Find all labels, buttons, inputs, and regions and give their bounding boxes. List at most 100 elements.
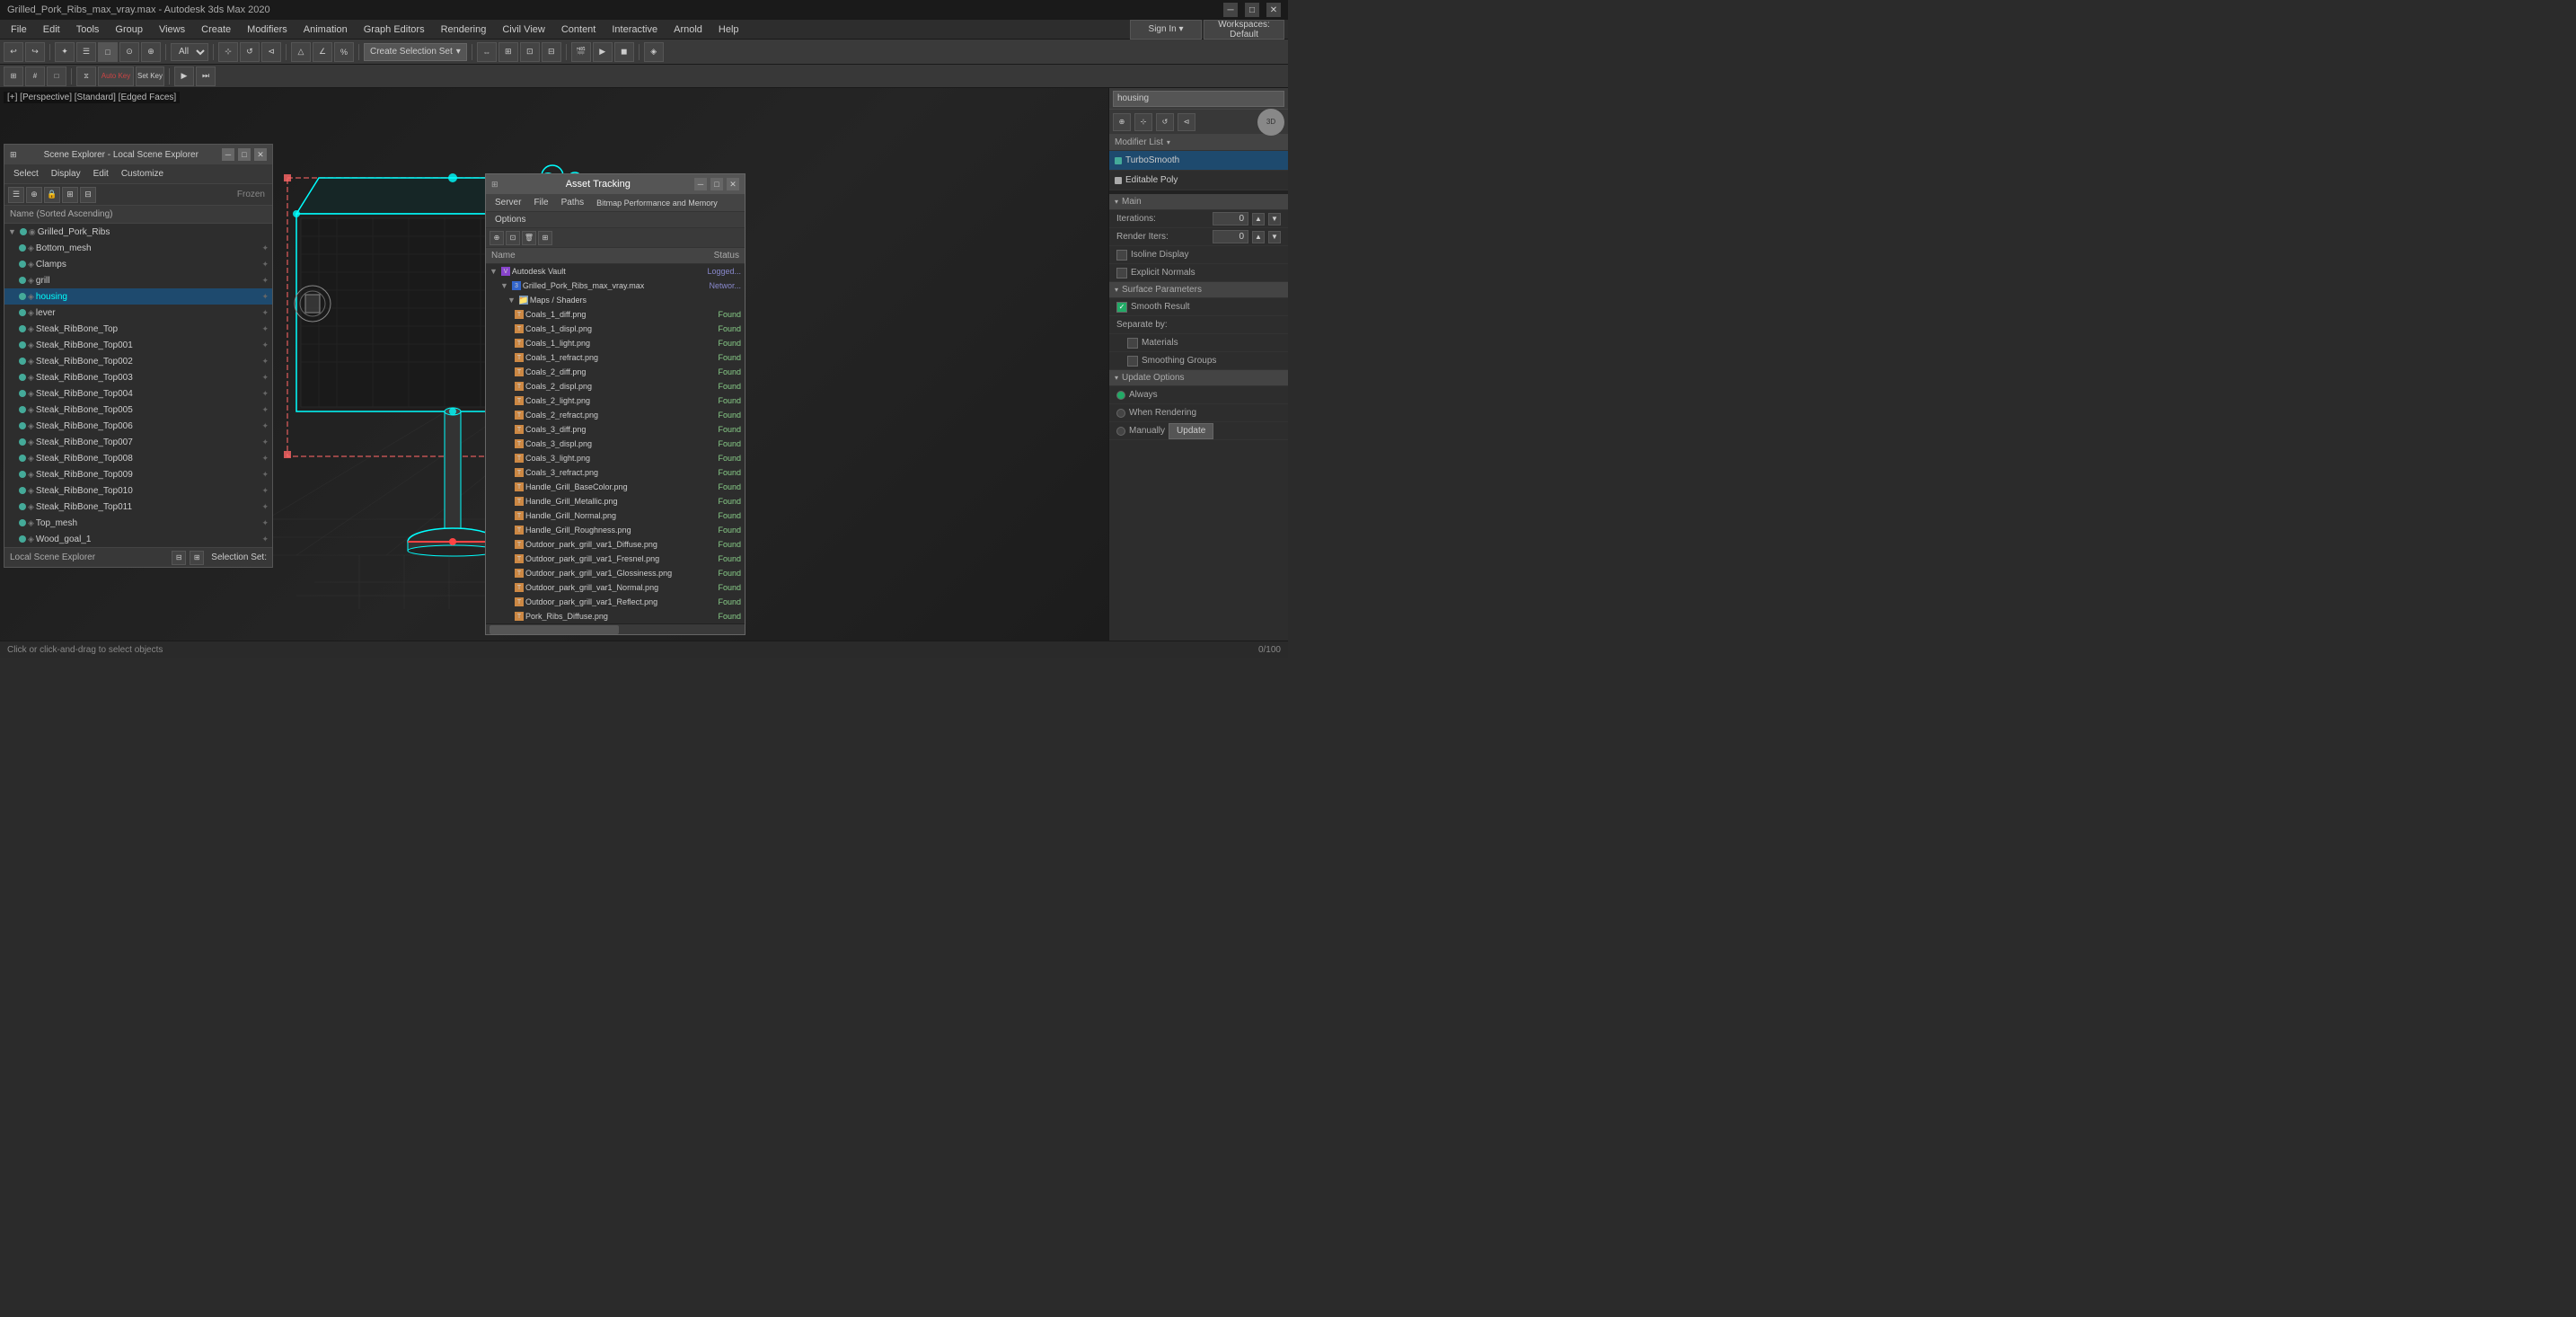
se-search-btn[interactable]: ⊕	[26, 187, 42, 203]
angle-snap-button[interactable]: ∠	[313, 42, 332, 62]
at-tb-btn3[interactable]: 🗑	[522, 231, 536, 245]
align-button[interactable]: ⊞	[498, 42, 518, 62]
ts-surface-section[interactable]: ▾ Surface Parameters	[1109, 282, 1288, 298]
ts-smoothing-checkbox[interactable]	[1127, 356, 1138, 367]
menu-civil-view[interactable]: Civil View	[495, 22, 551, 37]
at-close-btn[interactable]: ✕	[727, 178, 739, 190]
snap-toggle-button[interactable]: △	[291, 42, 311, 62]
ts-isoline-checkbox[interactable]	[1116, 250, 1127, 261]
menu-rendering[interactable]: Rendering	[434, 22, 494, 37]
at-item-coals2-light[interactable]: T Coals_2_light.png Found	[486, 393, 745, 408]
next-frame-button[interactable]: ⏭	[196, 66, 216, 86]
modifier-turbosmooth[interactable]: TurboSmooth	[1109, 151, 1288, 171]
at-item-coals3-diff[interactable]: T Coals_3_diff.png Found	[486, 422, 745, 437]
menu-arnold[interactable]: Arnold	[666, 22, 710, 37]
se-item-clamps[interactable]: ◈ Clamps ✦	[4, 256, 272, 272]
se-layer-btn[interactable]: ⊟	[172, 551, 186, 565]
ts-when-rendering-radio[interactable]	[1116, 409, 1125, 418]
at-menu-server[interactable]: Server	[490, 196, 526, 209]
modifier-editable-poly[interactable]: Editable Poly	[1109, 171, 1288, 190]
ts-manually-radio[interactable]	[1116, 427, 1125, 436]
ts-riter-down[interactable]: ▼	[1268, 231, 1281, 243]
menu-graph-editors[interactable]: Graph Editors	[357, 22, 432, 37]
se-item-top-mesh[interactable]: ◈ Top_mesh ✦	[4, 515, 272, 531]
se-menu-edit[interactable]: Edit	[88, 167, 114, 181]
menu-edit[interactable]: Edit	[36, 22, 67, 37]
menu-modifiers[interactable]: Modifiers	[240, 22, 295, 37]
at-item-pork-diffuse[interactable]: T Pork_Ribs_Diffuse.png Found	[486, 609, 745, 623]
at-scrollbar[interactable]	[486, 623, 745, 634]
at-minimize-btn[interactable]: ─	[694, 178, 707, 190]
at-item-outdoor-glossiness[interactable]: T Outdoor_park_grill_var1_Glossiness.png…	[486, 566, 745, 580]
at-item-outdoor-diffuse[interactable]: T Outdoor_park_grill_var1_Diffuse.png Fo…	[486, 537, 745, 552]
ts-iter-up[interactable]: ▲	[1252, 213, 1265, 225]
view-cube-button[interactable]: ⊞	[4, 66, 23, 86]
at-item-list[interactable]: ▼ V Autodesk Vault Logged... ▼ 3 Grilled…	[486, 264, 745, 623]
ts-iter-down[interactable]: ▼	[1268, 213, 1281, 225]
se-item-housing[interactable]: ◈ housing ✦	[4, 288, 272, 305]
ts-main-section[interactable]: ▾ Main	[1109, 194, 1288, 210]
at-item-coals3-refract[interactable]: T Coals_3_refract.png Found	[486, 465, 745, 480]
at-item-handle-normal[interactable]: T Handle_Grill_Normal.png Found	[486, 508, 745, 523]
menu-interactive[interactable]: Interactive	[604, 22, 665, 37]
undo-button[interactable]: ↩	[4, 42, 23, 62]
set-key-button[interactable]: Set Key	[136, 66, 164, 86]
at-item-coals2-displ[interactable]: T Coals_2_displ.png Found	[486, 379, 745, 393]
se-grid-btn[interactable]: ⊞	[190, 551, 204, 565]
redo-button[interactable]: ↪	[25, 42, 45, 62]
play-button[interactable]: ▶	[174, 66, 194, 86]
rect-select-button[interactable]: □	[98, 42, 118, 62]
se-menu-select[interactable]: Select	[8, 167, 44, 181]
rotate-button[interactable]: ↺	[240, 42, 260, 62]
select-object-button[interactable]: ✦	[55, 42, 75, 62]
sign-in-button[interactable]: Sign In ▾	[1130, 20, 1202, 40]
at-item-coals2-refract[interactable]: T Coals_2_refract.png Found	[486, 408, 745, 422]
move-button[interactable]: ⊹	[218, 42, 238, 62]
at-item-coals3-light[interactable]: T Coals_3_light.png Found	[486, 451, 745, 465]
at-item-handle-metallic[interactable]: T Handle_Grill_Metallic.png Found	[486, 494, 745, 508]
se-item-steak11[interactable]: ◈ Steak_RibBone_Top011 ✦	[4, 499, 272, 515]
se-item-steak4[interactable]: ◈ Steak_RibBone_Top004 ✦	[4, 385, 272, 402]
auto-key-button[interactable]: Auto Key	[98, 66, 134, 86]
rp-select-filter-btn[interactable]: ⊕	[1113, 113, 1131, 131]
se-collapse-btn[interactable]: ⊟	[80, 187, 96, 203]
menu-tools[interactable]: Tools	[69, 22, 107, 37]
at-item-coals3-displ[interactable]: T Coals_3_displ.png Found	[486, 437, 745, 451]
layer-manager-button[interactable]: ⊟	[542, 42, 561, 62]
se-close-btn[interactable]: ✕	[254, 148, 267, 161]
toggle-scene-button[interactable]: ⊡	[520, 42, 540, 62]
se-menu-display[interactable]: Display	[46, 167, 86, 181]
ts-materials-checkbox[interactable]	[1127, 338, 1138, 349]
ts-iterations-input[interactable]	[1213, 212, 1248, 225]
at-item-coals1-diff[interactable]: T Coals_1_diff.png Found	[486, 307, 745, 322]
at-item-coals1-displ[interactable]: T Coals_1_displ.png Found	[486, 322, 745, 336]
menu-content[interactable]: Content	[554, 22, 604, 37]
maximize-button[interactable]: □	[1245, 3, 1259, 17]
se-item-wood1[interactable]: ◈ Wood_goal_1 ✦	[4, 531, 272, 547]
se-item-steak5[interactable]: ◈ Steak_RibBone_Top005 ✦	[4, 402, 272, 418]
search-input[interactable]	[1113, 91, 1284, 107]
se-item-list[interactable]: ▼ ◉ Grilled_Pork_Ribs ◈ Bottom_mesh ✦ ◈ …	[4, 224, 272, 547]
se-item-lever[interactable]: ◈ lever ✦	[4, 305, 272, 321]
lasso-select-button[interactable]: ⊙	[119, 42, 139, 62]
material-editor-button[interactable]: ◈	[644, 42, 664, 62]
se-item-steak10[interactable]: ◈ Steak_RibBone_Top010 ✦	[4, 482, 272, 499]
menu-animation[interactable]: Animation	[296, 22, 355, 37]
at-item-handle-basecolor[interactable]: T Handle_Grill_BaseColor.png Found	[486, 480, 745, 494]
se-item-steak1[interactable]: ◈ Steak_RibBone_Top001 ✦	[4, 337, 272, 353]
se-expand-btn[interactable]: ⊞	[62, 187, 78, 203]
ts-update-section[interactable]: ▾ Update Options	[1109, 370, 1288, 386]
se-item-steak3[interactable]: ◈ Steak_RibBone_Top003 ✦	[4, 369, 272, 385]
se-lock-btn[interactable]: 🔒	[44, 187, 60, 203]
at-item-coals1-refract[interactable]: T Coals_1_refract.png Found	[486, 350, 745, 365]
se-minimize-btn[interactable]: ─	[222, 148, 234, 161]
at-tb-btn2[interactable]: ⊡	[506, 231, 520, 245]
se-item-bottom-mesh[interactable]: ◈ Bottom_mesh ✦	[4, 240, 272, 256]
rp-move-icon-btn[interactable]: ⊹	[1134, 113, 1152, 131]
render-setup-button[interactable]: 🎬	[571, 42, 591, 62]
menu-create[interactable]: Create	[194, 22, 238, 37]
key-mode-button[interactable]: ⧖	[76, 66, 96, 86]
ts-riter-up[interactable]: ▲	[1252, 231, 1265, 243]
at-item-outdoor-reflect[interactable]: T Outdoor_park_grill_var1_Reflect.png Fo…	[486, 595, 745, 609]
menu-group[interactable]: Group	[108, 22, 150, 37]
